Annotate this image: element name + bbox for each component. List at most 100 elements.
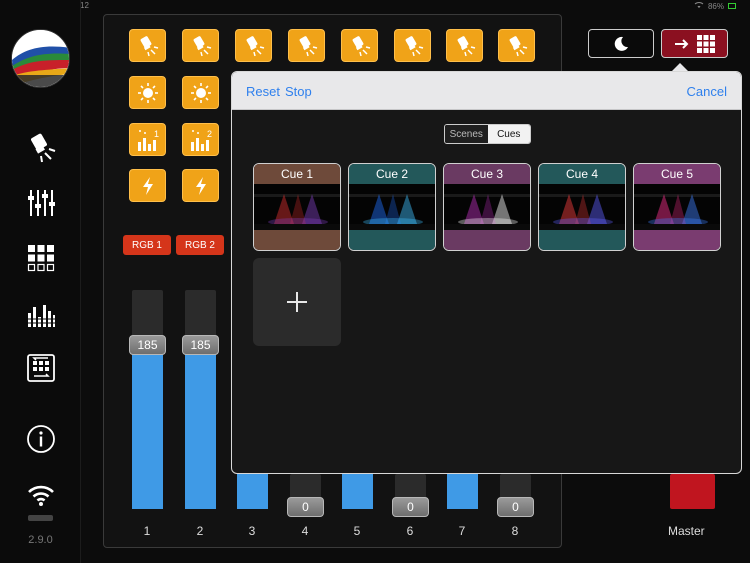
cue-card-3[interactable]: Cue 3: [443, 163, 531, 251]
cue-footer: [444, 230, 530, 250]
sun-button-2[interactable]: [182, 76, 219, 109]
svg-text:2: 2: [207, 129, 212, 139]
battery-icon: [728, 3, 736, 9]
equalizer-sparkle-icon: 2: [190, 129, 212, 151]
chase-button-2[interactable]: 2: [182, 123, 219, 156]
fader-handle-2[interactable]: 185: [182, 335, 219, 355]
cue-title: Cue 2: [349, 164, 435, 184]
channel-number-6: 6: [406, 524, 414, 538]
flash-button-2[interactable]: [182, 169, 219, 202]
scenes-cues-segmented-control: Scenes Cues: [444, 124, 531, 144]
spot-light-icon: [299, 35, 317, 56]
cues-panel-button[interactable]: [661, 29, 728, 58]
sun-button-1[interactable]: [129, 76, 166, 109]
sidebar: 2.9.0: [0, 0, 81, 563]
cue-footer: [539, 230, 625, 250]
fader-fill-2: [185, 349, 216, 509]
app-root: 12 86% 2.9.0 1 2 RGB 1 RGB 2 185 1 185 2…: [0, 0, 750, 563]
scene-button-5[interactable]: [341, 29, 378, 62]
spot-light-icon: [352, 35, 370, 56]
cue-thumbnail: [444, 184, 530, 231]
cue-title: Cue 3: [444, 164, 530, 184]
arrow-right-icon: [674, 38, 688, 49]
cues-popover: Reset Stop Cancel Scenes Cues Cue 1 Cue 2…: [231, 71, 742, 474]
status-bar: 12 86%: [0, 0, 750, 12]
channel-number-7: 7: [458, 524, 466, 538]
cue-card-4[interactable]: Cue 4: [538, 163, 626, 251]
cue-thumbnail: [539, 184, 625, 231]
spot-light-icon: [405, 35, 423, 56]
master-fader[interactable]: [670, 474, 715, 509]
sun-icon: [190, 82, 211, 103]
spot-light-icon: [246, 35, 264, 56]
flash-button-1[interactable]: [129, 169, 166, 202]
sun-icon: [137, 82, 158, 103]
fader-fill-1: [132, 349, 163, 509]
svg-text:1: 1: [154, 129, 159, 139]
grid-small-icon: [696, 34, 715, 53]
channel-number-3: 3: [248, 524, 256, 538]
status-right: 86%: [694, 1, 736, 11]
cue-title: Cue 1: [254, 164, 340, 184]
cue-title: Cue 4: [539, 164, 625, 184]
channel-number-2: 2: [196, 524, 204, 538]
faders-icon[interactable]: [24, 186, 58, 220]
wifi-icon[interactable]: [24, 478, 58, 512]
scene-button-8[interactable]: [498, 29, 535, 62]
cue-card-1[interactable]: Cue 1: [253, 163, 341, 251]
fixture-icon[interactable]: [24, 130, 58, 164]
master-label: Master: [668, 524, 705, 538]
scene-button-3[interactable]: [235, 29, 272, 62]
scene-button-2[interactable]: [182, 29, 219, 62]
fader-handle-8[interactable]: 0: [497, 497, 534, 517]
cue-thumbnail: [634, 184, 720, 231]
cue-card-5[interactable]: Cue 5: [633, 163, 721, 251]
app-logo[interactable]: [11, 29, 70, 88]
cue-thumbnail: [349, 184, 435, 231]
channel-number-4: 4: [301, 524, 309, 538]
segment-cues[interactable]: Cues: [487, 125, 530, 143]
scene-button-6[interactable]: [394, 29, 431, 62]
connection-indicator: [28, 515, 53, 521]
cue-footer: [349, 230, 435, 250]
cues-icon[interactable]: [24, 351, 58, 385]
fader-fill-3: [237, 474, 268, 509]
channel-number-1: 1: [143, 524, 151, 538]
cue-footer: [634, 230, 720, 250]
scene-button-4[interactable]: [288, 29, 325, 62]
grid-icon[interactable]: [24, 241, 58, 275]
cue-thumbnail: [254, 184, 340, 231]
channel-number-5: 5: [353, 524, 361, 538]
cancel-button[interactable]: Cancel: [687, 84, 727, 99]
fader-handle-4[interactable]: 0: [287, 497, 324, 517]
version-label: 2.9.0: [28, 534, 53, 546]
info-icon[interactable]: [24, 422, 58, 456]
segment-scenes[interactable]: Scenes: [445, 125, 488, 143]
rgb-button-2[interactable]: RGB 2: [176, 235, 224, 255]
equalizer-icon[interactable]: [24, 297, 58, 331]
spot-light-icon: [457, 35, 475, 56]
scene-button-1[interactable]: [129, 29, 166, 62]
popover-header: Reset Stop Cancel: [232, 72, 741, 110]
fader-fill-7: [447, 474, 478, 509]
chase-button-1[interactable]: 1: [129, 123, 166, 156]
moon-icon: [614, 36, 628, 51]
night-mode-button[interactable]: [588, 29, 654, 58]
cue-card-2[interactable]: Cue 2: [348, 163, 436, 251]
plus-icon: [287, 292, 307, 312]
add-cue-button[interactable]: [253, 258, 341, 346]
channel-number-8: 8: [511, 524, 519, 538]
spot-light-icon: [140, 35, 158, 56]
cue-title: Cue 5: [634, 164, 720, 184]
fader-fill-5: [342, 474, 373, 509]
status-time: 12: [80, 1, 89, 10]
fader-handle-1[interactable]: 185: [129, 335, 166, 355]
fader-handle-6[interactable]: 0: [392, 497, 429, 517]
reset-button[interactable]: Reset: [246, 84, 280, 99]
lightning-icon: [142, 176, 153, 195]
scene-button-7[interactable]: [446, 29, 483, 62]
rgb-button-1[interactable]: RGB 1: [123, 235, 171, 255]
stop-button[interactable]: Stop: [285, 84, 312, 99]
wifi-status-icon: [694, 1, 704, 11]
cue-footer: [254, 230, 340, 250]
